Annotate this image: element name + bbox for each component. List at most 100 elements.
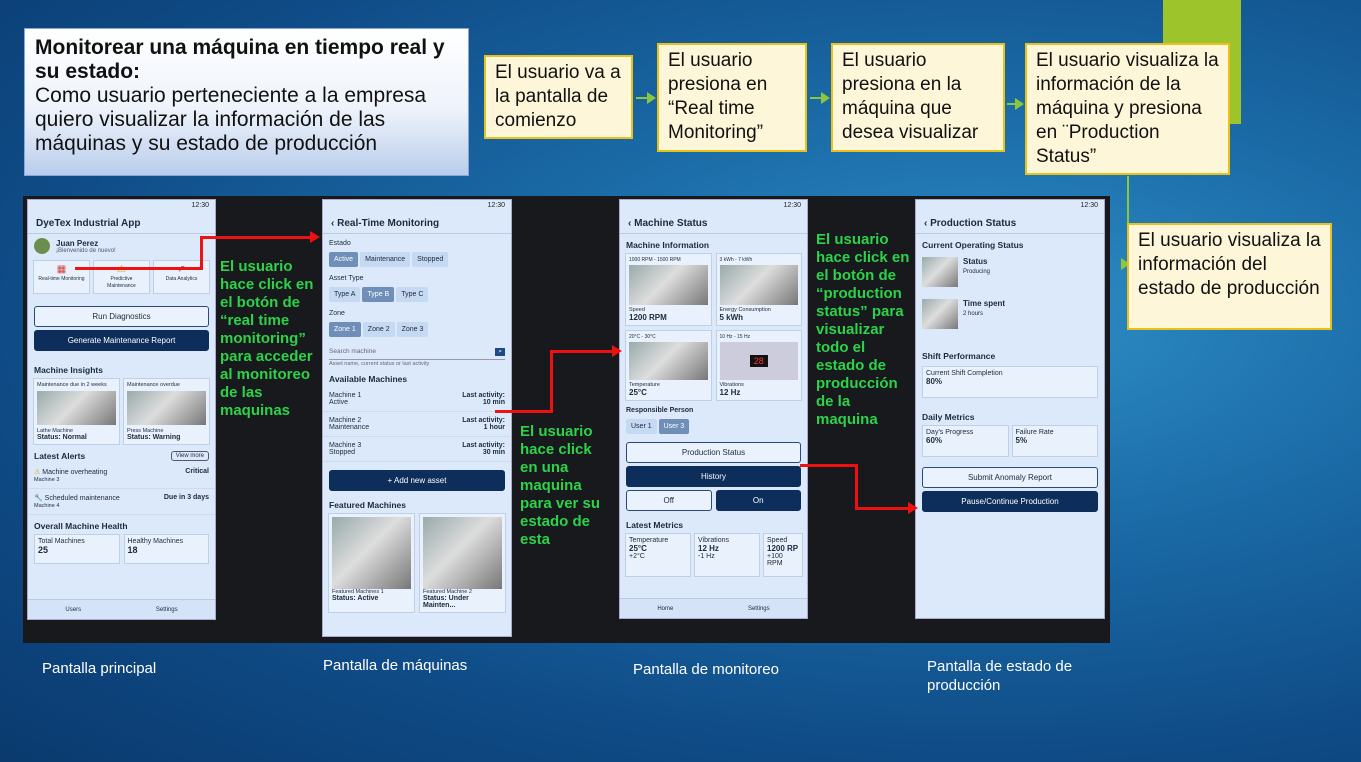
chip-zone-1[interactable]: Zone 1 [329, 322, 361, 337]
responsible-title: Responsible Person [626, 407, 694, 414]
submit-anomaly-button[interactable]: Submit Anomaly Report [922, 467, 1098, 488]
status-item: Status Producing [916, 253, 1104, 291]
chip-type-b[interactable]: Type B [362, 287, 395, 302]
stat-label: Total Machines [38, 538, 85, 545]
alert-row[interactable]: ⚠ Machine overheating Machine 3 Critical [28, 463, 215, 489]
metric-label: Vibrations [698, 537, 730, 544]
machine-name: Machine 1 [329, 392, 362, 399]
flow-step-2: El usuario presiona en “Real time Monito… [657, 43, 807, 152]
red-arrow [800, 464, 857, 467]
run-diagnostics-button[interactable]: Run Diagnostics [34, 306, 209, 327]
chip-zone-3[interactable]: Zone 3 [396, 322, 429, 337]
shortcut-row: ▦Real-time Monitoring ⚠Predictive Mainte… [28, 258, 215, 296]
total-machines-card: Total Machines 25 [34, 534, 120, 564]
tile-range: 1000 RPM - 1500 RPM [629, 257, 681, 263]
screen-home: 12:30 DyeTex Industrial App Juan Perez ¡B… [27, 199, 216, 620]
shift-value: 80% [926, 377, 943, 386]
activity-label: Last activity: [462, 392, 505, 399]
insight-status: Status: Normal [37, 434, 87, 441]
red-arrow [855, 507, 908, 510]
alert-title: Machine overheating [42, 469, 108, 476]
history-button[interactable]: History [626, 466, 801, 487]
off-button[interactable]: Off [626, 490, 712, 511]
tile-value: 12 Hz [719, 388, 741, 397]
machine-row-2[interactable]: Machine 2 Maintenance Last activity: 1 hour [323, 412, 511, 437]
status-bar: 12:30 [191, 202, 209, 209]
chip-user-3[interactable]: User 3 [658, 419, 690, 434]
machine-name: Machine 2 [329, 417, 362, 424]
insight-card[interactable]: Maintenance overdue Press Machine Status: … [123, 378, 210, 445]
chip-stopped[interactable]: Stopped [412, 252, 449, 267]
daily-card: Failure Rate 5% [1011, 425, 1098, 457]
alert-row[interactable]: 🔧 Scheduled maintenance Machine 4 Due in 3… [28, 489, 215, 515]
machine-name: Machine 3 [329, 442, 362, 449]
nav-home[interactable]: Home [657, 606, 673, 612]
chip-zone-2[interactable]: Zone 2 [362, 322, 395, 337]
chip-maintenance[interactable]: Maintenance [360, 252, 411, 267]
view-more-button[interactable]: View more [170, 451, 209, 461]
red-arrowhead [612, 345, 622, 357]
insight-card[interactable]: Maintenance due in 2 weeks Lathe Machine S… [33, 378, 120, 445]
chip-type-c[interactable]: Type C [396, 287, 429, 302]
nav-settings[interactable]: Settings [156, 607, 178, 613]
filter-label: Estado [329, 240, 351, 247]
status-bar: 12:30 [1080, 202, 1098, 209]
status-label: Status [963, 257, 988, 266]
daily-label: Failure Rate [1015, 429, 1054, 436]
screen-header: ‹ Production Status [916, 214, 1104, 234]
chip-user-1[interactable]: User 1 [626, 419, 657, 434]
search-icon[interactable]: ⌕ [495, 348, 505, 356]
health-title: Overall Machine Health [34, 521, 128, 531]
red-arrow [550, 350, 612, 353]
featured-card[interactable]: Featured Machine 2 Status: Under Mainten.… [419, 513, 506, 613]
caption-machines: Pantalla de máquinas [323, 657, 468, 674]
machine-status: Active [329, 399, 349, 406]
filter-label: Zone [329, 310, 345, 317]
time-item: Time spent 2 hours [916, 291, 1104, 337]
add-asset-button[interactable]: + Add new asset [329, 470, 505, 491]
stat-label: Healthy Machines [127, 538, 184, 545]
chip-type-a[interactable]: Type A [329, 287, 361, 302]
status-value: 2 hours [963, 311, 984, 317]
activity-time: 30 min [482, 449, 505, 456]
shortcut-label: Data Analytics [165, 276, 198, 282]
screen-title: Machine Status [634, 218, 708, 229]
activity-time: 1 hour [483, 424, 505, 431]
on-button[interactable]: On [715, 490, 801, 511]
machine-row-3[interactable]: Machine 3 Stopped Last activity: 30 min [323, 437, 511, 462]
red-arrow [200, 236, 203, 270]
generate-report-button[interactable]: Generate Maintenance Report [34, 330, 209, 351]
search-input[interactable]: Search machine ⌕ [329, 345, 505, 360]
tile-value: 1200 RPM [629, 313, 667, 322]
alert-level: Critical [185, 468, 209, 475]
avatar [34, 238, 50, 254]
daily-value: 60% [926, 436, 943, 445]
latest-metrics: Temperature 25°C +2°C Vibrations 12 Hz -1 Hz… [620, 533, 807, 577]
insight-status: Status: Warning [127, 434, 181, 441]
nav-users[interactable]: Users [65, 607, 81, 613]
pause-production-button[interactable]: Pause/Continue Production [922, 491, 1098, 512]
meter-image [719, 265, 798, 305]
featured-status: Status: Active [332, 595, 379, 602]
shift-card: Current Shift Completion 80% [922, 366, 1098, 398]
alerts-header: Latest Alerts View more [28, 445, 215, 463]
sensor-image [629, 265, 708, 305]
vibrations-tile: 10 Hz - 15 Hz 28 Vibrations 12 Hz [715, 330, 802, 401]
user-name: Juan Perez [56, 238, 99, 248]
nav-settings[interactable]: Settings [748, 606, 770, 612]
screen-machines: 12:30 ‹ Real-Time Monitoring Estado Acti… [322, 199, 512, 637]
tile-range: 20°C - 30°C [629, 334, 656, 340]
insight-tag: Maintenance due in 2 weeks [37, 382, 107, 388]
chip-active[interactable]: Active [329, 252, 359, 267]
production-status-button[interactable]: Production Status [626, 442, 801, 463]
daily-value: 5% [1015, 436, 1028, 445]
featured-card[interactable]: Featured Machines 1 Status: Active [328, 513, 415, 613]
asset-chips: Type A Type B Type C [323, 285, 511, 304]
daily-card: Day's Progress 60% [922, 425, 1009, 457]
shortcut-realtime-monitoring[interactable]: ▦ Real-time Monitoring [33, 260, 90, 294]
machine-image [423, 517, 502, 589]
shortcut-predictive-maintenance[interactable]: ⚠Predictive Maintenance [93, 260, 150, 294]
gauge-image [629, 342, 708, 380]
machine-row-1[interactable]: Machine 1 Active Last activity: 10 min [323, 387, 511, 412]
temperature-tile: 20°C - 30°C Temperature 25°C [625, 330, 712, 401]
